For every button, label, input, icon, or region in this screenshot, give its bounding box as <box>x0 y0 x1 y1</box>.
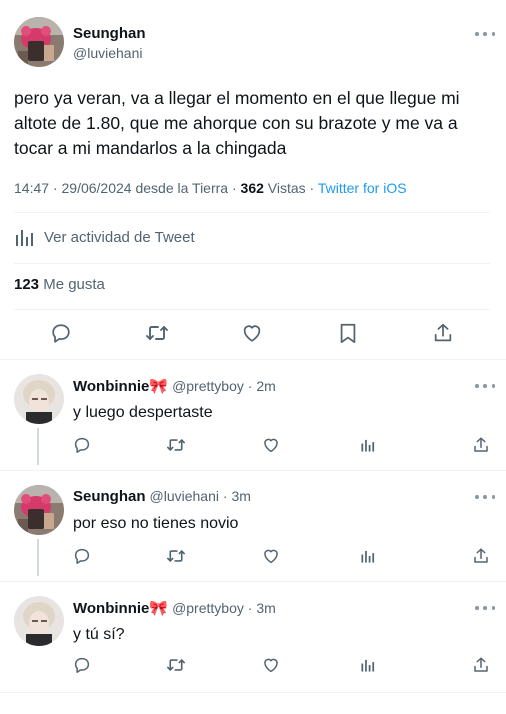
reply-text: y tú sí? <box>73 626 125 643</box>
tweet-meta: 14:47 · 29/06/2024 desde la Tierra · 362… <box>14 180 407 196</box>
more-icon[interactable] <box>475 381 495 391</box>
author-name[interactable]: Seunghan <box>73 25 146 42</box>
tweet-date[interactable]: 29/06/2024 <box>62 180 132 196</box>
reply-author[interactable]: Wonbinnie🎀 @prettyboy · 2m <box>73 377 276 395</box>
author-avatar[interactable] <box>14 17 64 67</box>
reply-author-name[interactable]: Wonbinnie🎀 <box>73 600 168 617</box>
tweet-text: pero ya veran, va a llegar el momento en… <box>14 88 460 158</box>
retweet-icon <box>167 659 185 671</box>
views-label: Vistas <box>267 180 306 196</box>
views-count: 362 <box>240 180 264 196</box>
share-icon <box>434 323 452 342</box>
reply-author-name[interactable]: Wonbinnie🎀 <box>73 378 168 395</box>
reply-author[interactable]: Wonbinnie🎀 @prettyboy · 3m <box>73 599 276 617</box>
share-icon <box>474 437 488 452</box>
more-icon[interactable] <box>475 603 495 613</box>
divider <box>14 309 490 310</box>
reply-author-handle[interactable]: @luviehani <box>150 488 219 504</box>
retweet-icon <box>146 326 168 340</box>
bookmark-button[interactable] <box>335 320 361 346</box>
reply-text: por eso no tienes novio <box>73 515 239 532</box>
reply-avatar[interactable] <box>14 374 64 424</box>
retweet-button[interactable] <box>144 320 170 346</box>
likes-count: 123 <box>14 276 40 293</box>
main-actions <box>0 320 506 346</box>
tweet-activity-link[interactable]: Ver actividad de Tweet <box>14 225 195 249</box>
share-button[interactable] <box>471 435 491 455</box>
share-icon <box>474 548 488 563</box>
divider <box>14 263 490 264</box>
reply-button[interactable] <box>72 655 92 675</box>
like-button[interactable] <box>261 435 281 455</box>
reply-time[interactable]: 3m <box>231 488 250 504</box>
reply-author-handle[interactable]: @prettyboy <box>172 378 244 394</box>
divider <box>0 692 506 693</box>
analytics-button[interactable] <box>358 655 378 675</box>
reply-author[interactable]: Seunghan @luviehani · 3m <box>73 488 251 505</box>
divider <box>14 212 490 213</box>
like-icon <box>264 438 278 453</box>
reply-avatar[interactable] <box>14 485 64 535</box>
retweet-button[interactable] <box>166 435 186 455</box>
share-button[interactable] <box>471 655 491 675</box>
activity-label: Ver actividad de Tweet <box>44 228 195 246</box>
reply-text: y luego despertaste <box>73 404 213 421</box>
tweet-time[interactable]: 14:47 <box>14 180 49 196</box>
reply-author-handle[interactable]: @prettyboy <box>172 600 244 616</box>
likes-summary[interactable]: 123 Me gusta <box>14 276 105 293</box>
author-handle[interactable]: @luviehani <box>73 45 142 61</box>
reply-icon <box>74 548 90 564</box>
like-icon <box>243 325 261 342</box>
share-button[interactable] <box>471 546 491 566</box>
like-button[interactable] <box>261 546 281 566</box>
more-icon[interactable] <box>475 29 495 39</box>
bookmark-icon <box>340 323 356 344</box>
reply-icon <box>52 324 70 343</box>
retweet-icon <box>167 439 185 451</box>
thread-line <box>37 539 39 576</box>
share-icon <box>474 657 488 672</box>
reply-tweet[interactable]: Wonbinnie🎀 @prettyboy · 3m y tú sí? <box>0 582 506 693</box>
retweet-button[interactable] <box>166 655 186 675</box>
reply-icon <box>74 437 90 453</box>
analytics-icon <box>361 439 375 452</box>
analytics-icon <box>361 550 375 563</box>
like-icon <box>264 549 278 564</box>
reply-button[interactable] <box>72 435 92 455</box>
reply-button[interactable] <box>48 320 74 346</box>
reply-time[interactable]: 3m <box>256 600 275 616</box>
more-icon[interactable] <box>475 492 495 502</box>
thread-line <box>37 428 39 465</box>
analytics-button[interactable] <box>358 435 378 455</box>
like-button[interactable] <box>239 320 265 346</box>
retweet-button[interactable] <box>166 546 186 566</box>
reply-time[interactable]: 2m <box>256 378 275 394</box>
share-button[interactable] <box>430 320 456 346</box>
tweet-source[interactable]: Twitter for iOS <box>318 180 407 196</box>
tweet-location: desde la Tierra <box>135 180 229 196</box>
analytics-icon <box>361 659 375 672</box>
reply-tweet[interactable]: Seunghan @luviehani · 3m por eso no tiene… <box>0 471 506 582</box>
main-tweet: Seunghan @luviehani pero ya veran, va a … <box>0 0 506 360</box>
analytics-icon <box>16 230 33 246</box>
reply-avatar[interactable] <box>14 596 64 646</box>
reply-icon <box>74 657 90 673</box>
reply-tweet[interactable]: Wonbinnie🎀 @prettyboy · 2m y luego desper… <box>0 360 506 471</box>
reply-author-name[interactable]: Seunghan <box>73 488 146 505</box>
analytics-button[interactable] <box>358 546 378 566</box>
reply-button[interactable] <box>72 546 92 566</box>
likes-label: Me gusta <box>43 276 105 293</box>
retweet-icon <box>167 550 185 562</box>
like-icon <box>264 658 278 673</box>
like-button[interactable] <box>261 655 281 675</box>
